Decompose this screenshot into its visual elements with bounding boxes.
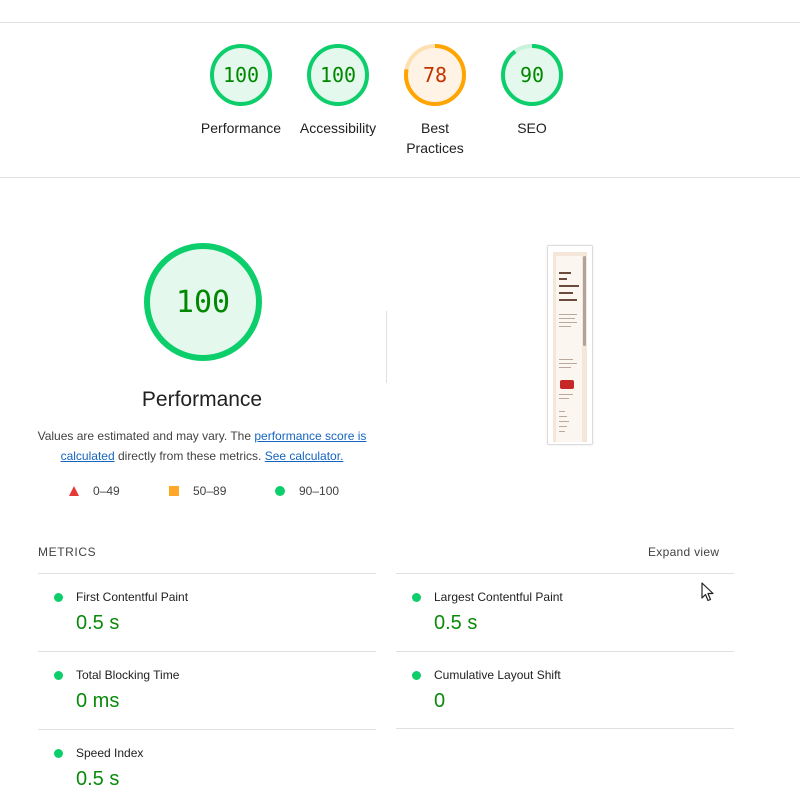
thumbnail-text-line [559, 398, 569, 399]
description-prefix: Values are estimated and may vary. The [37, 429, 255, 443]
description-middle: directly from these metrics. [114, 449, 265, 463]
youtube-play-icon [560, 380, 574, 389]
gauge-seo-ring: 90 [501, 44, 563, 106]
thumbnail-text-line [559, 314, 577, 315]
thumbnail-text-line [559, 326, 571, 327]
gauge-performance[interactable]: 100 Performance [191, 42, 291, 138]
gauge-accessibility[interactable]: 100 Accessibility [288, 42, 388, 138]
top-divider [0, 22, 800, 23]
metric-value: 0.5 s [76, 768, 120, 790]
gauge-seo-score: 90 [520, 63, 544, 87]
thumbnail-text-line [559, 299, 577, 301]
pass-dot-icon [54, 671, 63, 680]
gauge-best-practices-label-line2: Practices [406, 140, 464, 156]
metric-name: Largest Contentful Paint [434, 590, 563, 604]
thumbnail-text-line [559, 292, 573, 294]
performance-gauge: 100 [144, 243, 262, 361]
thumbnail-text-line [559, 426, 567, 427]
gauge-performance-ring: 100 [210, 44, 272, 106]
metric-cumulative-layout-shift: Cumulative Layout Shift 0 [396, 651, 734, 729]
performance-description: Values are estimated and may vary. The p… [30, 426, 374, 466]
gauge-accessibility-score: 100 [320, 63, 356, 87]
gauge-best-practices-ring: 78 [404, 44, 466, 106]
metric-name: Cumulative Layout Shift [434, 668, 561, 682]
square-icon [169, 486, 179, 496]
metrics-heading: METRICS [38, 545, 97, 559]
legend-average: 50–89 [169, 484, 226, 498]
gauge-seo-label: SEO [517, 120, 547, 136]
gauge-performance-score: 100 [223, 63, 259, 87]
metric-largest-contentful-paint: Largest Contentful Paint 0.5 s [396, 573, 734, 651]
legend-fail-label: 0–49 [93, 484, 120, 498]
metric-total-blocking-time: Total Blocking Time 0 ms [38, 651, 376, 729]
thumbnail-text-line [559, 363, 577, 364]
section-divider [0, 177, 800, 178]
metric-first-contentful-paint: First Contentful Paint 0.5 s [38, 573, 376, 651]
thumbnail-text-line [559, 322, 577, 323]
gauge-seo[interactable]: 90 SEO [482, 42, 582, 138]
metric-name: First Contentful Paint [76, 590, 189, 604]
thumbnail-text-line [559, 394, 573, 395]
metric-value: 0 [434, 690, 446, 712]
gauge-best-practices-score: 78 [423, 63, 447, 87]
thumbnail-card [556, 256, 582, 442]
thumbnail-scrollbar [583, 256, 586, 346]
triangle-icon [69, 486, 79, 496]
thumbnail-text-line [559, 278, 567, 280]
metric-speed-index: Speed Index 0.5 s [38, 729, 376, 804]
thumbnail-text-line [559, 359, 573, 360]
pass-dot-icon [412, 593, 421, 602]
legend-pass: 90–100 [275, 484, 339, 498]
thumbnail-page [553, 252, 587, 442]
gauge-accessibility-label: Accessibility [299, 120, 377, 136]
thumbnail-text-line [559, 285, 579, 287]
final-screenshot-thumbnail[interactable] [547, 245, 593, 445]
mouse-cursor-icon [701, 582, 714, 602]
performance-score: 100 [176, 285, 230, 320]
pass-dot-icon [412, 671, 421, 680]
metric-name: Total Blocking Time [76, 668, 180, 682]
gauge-best-practices-label: Best Practices [385, 118, 485, 158]
thumbnail-text-line [559, 431, 565, 432]
thumbnail-text-line [559, 411, 565, 412]
gauge-performance-label: Performance [200, 120, 282, 136]
pass-dot-icon [54, 749, 63, 758]
circle-icon [275, 486, 285, 496]
see-calculator-link[interactable]: See calculator. [265, 449, 344, 463]
metric-value: 0.5 s [434, 612, 478, 634]
metric-value: 0.5 s [76, 612, 120, 634]
gauge-accessibility-ring: 100 [307, 44, 369, 106]
thumbnail-text-line [559, 318, 575, 319]
metric-value: 0 ms [76, 690, 120, 712]
legend-pass-label: 90–100 [299, 484, 340, 498]
thumbnail-text-line [559, 421, 569, 422]
performance-title: Performance [141, 388, 263, 411]
vertical-divider [386, 311, 387, 383]
thumbnail-text-line [559, 416, 567, 417]
legend-fail: 0–49 [69, 484, 120, 498]
thumbnail-text-line [559, 367, 571, 368]
score-legend: 0–49 50–89 90–100 [0, 484, 404, 500]
legend-average-label: 50–89 [193, 484, 227, 498]
metric-name: Speed Index [76, 746, 144, 760]
thumbnail-text-line [559, 272, 571, 274]
expand-view-button[interactable]: Expand view [648, 545, 719, 559]
gauge-best-practices[interactable]: 78 Best Practices [385, 42, 485, 158]
pass-dot-icon [54, 593, 63, 602]
gauge-best-practices-label-line1: Best [420, 120, 449, 136]
